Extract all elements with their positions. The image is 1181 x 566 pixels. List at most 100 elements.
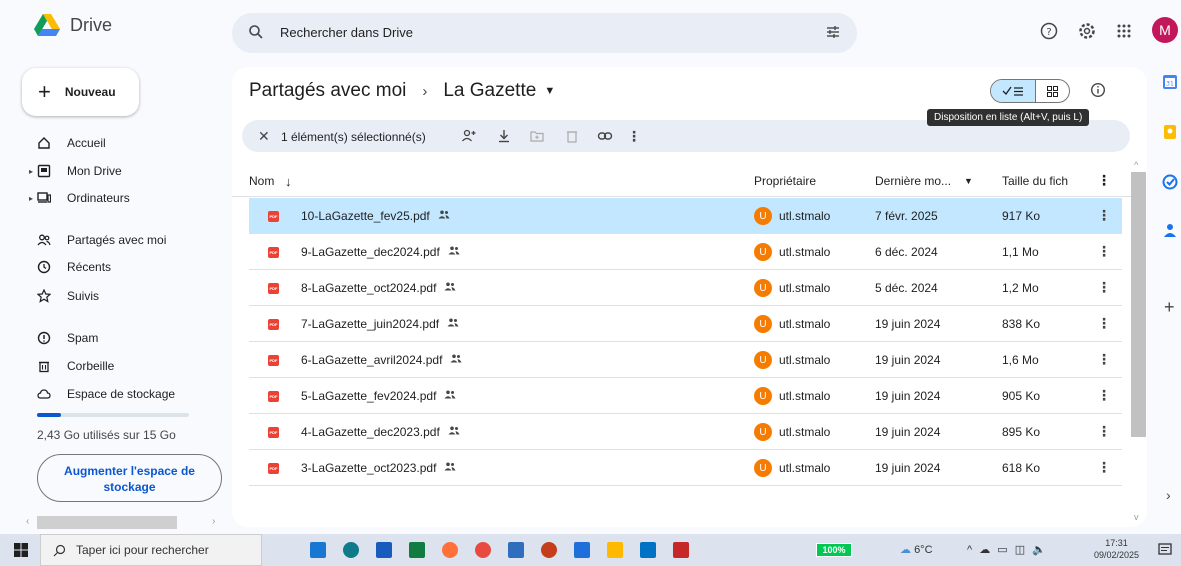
- new-button[interactable]: + Nouveau: [22, 68, 139, 116]
- list-layout-tooltip: Disposition en liste (Alt+V, puis L): [927, 109, 1090, 126]
- mcafee-icon[interactable]: [673, 542, 689, 558]
- weather-widget[interactable]: ☁ 6°C: [900, 543, 933, 556]
- outlook-icon[interactable]: [640, 542, 656, 558]
- sidebar-item-computers[interactable]: ▸ Ordinateurs: [0, 187, 225, 209]
- scroll-right-arrow-icon[interactable]: ›: [212, 516, 215, 527]
- monitor-icon[interactable]: [574, 542, 590, 558]
- search-input[interactable]: Rechercher dans Drive: [280, 25, 413, 40]
- whiteboard-icon[interactable]: [508, 542, 524, 558]
- sort-down-arrow-icon[interactable]: ↓: [285, 174, 292, 189]
- powerpoint-icon[interactable]: [541, 542, 557, 558]
- search-bar[interactable]: Rechercher dans Drive: [232, 13, 857, 53]
- column-options-icon[interactable]: ⋮: [1097, 172, 1111, 189]
- sidebar-item-home[interactable]: Accueil: [0, 132, 225, 154]
- edge-browser-icon[interactable]: [343, 542, 359, 558]
- sidebar-item-label: Corbeille: [67, 359, 115, 373]
- sidebar-item-storage[interactable]: Espace de stockage: [0, 383, 225, 405]
- sidebar-horizontal-scrollbar[interactable]: [37, 516, 177, 529]
- table-row[interactable]: PDF 3-LaGazette_oct2023.pdf Uutl.stmalo 19 …: [249, 450, 1122, 486]
- search-icon[interactable]: [248, 24, 264, 40]
- account-avatar[interactable]: M: [1152, 17, 1178, 43]
- file-size: 895 Ko: [1002, 425, 1041, 439]
- row-more-options-icon[interactable]: ⋮: [1097, 243, 1111, 260]
- apps-grid-icon[interactable]: [1116, 23, 1132, 39]
- vertical-scrollbar[interactable]: [1131, 172, 1146, 437]
- row-more-options-icon[interactable]: ⋮: [1097, 315, 1111, 332]
- breadcrumb-current-folder[interactable]: La Gazette: [443, 80, 536, 102]
- tasks-icon[interactable]: [1162, 174, 1178, 190]
- row-more-options-icon[interactable]: ⋮: [1097, 207, 1111, 224]
- help-icon[interactable]: ?: [1040, 22, 1058, 40]
- row-more-options-icon[interactable]: ⋮: [1097, 387, 1111, 404]
- sidebar-item-shared[interactable]: Partagés avec moi: [0, 229, 225, 251]
- scroll-left-arrow-icon[interactable]: ‹: [26, 516, 29, 527]
- chevron-right-icon[interactable]: ›: [1166, 487, 1171, 503]
- expand-arrow-icon[interactable]: ▸: [29, 167, 33, 176]
- row-more-options-icon[interactable]: ⋮: [1097, 279, 1111, 296]
- column-last-modified[interactable]: Dernière mo...: [875, 174, 951, 188]
- row-more-options-icon[interactable]: ⋮: [1097, 423, 1111, 440]
- firefox-icon[interactable]: [442, 542, 458, 558]
- search-icon: [53, 544, 66, 556]
- link-icon[interactable]: [597, 128, 613, 144]
- grid-view-button[interactable]: [1036, 80, 1069, 102]
- add-addon-icon[interactable]: +: [1164, 297, 1175, 318]
- taskbar-search-input[interactable]: Taper ici pour rechercher: [76, 543, 209, 557]
- search-options-icon[interactable]: [825, 24, 841, 40]
- sidebar-item-recent[interactable]: Récents: [0, 256, 225, 278]
- sidebar-item-spam[interactable]: Spam: [0, 327, 225, 349]
- windows-start-icon[interactable]: [14, 543, 28, 557]
- column-file-size[interactable]: Taille du fich: [1002, 174, 1068, 188]
- keep-icon[interactable]: [1162, 124, 1178, 140]
- system-tray-icons[interactable]: ^ ☁ ▭ ◫ 🔈: [967, 543, 1048, 556]
- expand-arrow-icon[interactable]: ▸: [29, 194, 33, 203]
- word-icon[interactable]: [376, 542, 392, 558]
- more-actions-icon[interactable]: ⋮: [626, 128, 642, 144]
- row-more-options-icon[interactable]: ⋮: [1097, 459, 1111, 476]
- chevron-down-icon[interactable]: ▼: [544, 85, 555, 97]
- notifications-icon[interactable]: [1158, 543, 1172, 557]
- scroll-up-arrow-icon[interactable]: ^: [1134, 160, 1138, 170]
- scroll-down-arrow-icon[interactable]: v: [1134, 512, 1139, 522]
- close-icon[interactable]: ✕: [258, 128, 270, 145]
- shared-people-icon: [448, 426, 460, 435]
- upgrade-storage-button[interactable]: Augmenter l'espace de stockage: [37, 454, 222, 502]
- excel-icon[interactable]: [409, 542, 425, 558]
- file-name: 6-LaGazette_avril2024.pdf: [301, 353, 443, 367]
- table-row[interactable]: PDF 6-LaGazette_avril2024.pdf Uutl.stmalo 1…: [249, 342, 1122, 378]
- paint-icon[interactable]: [475, 542, 491, 558]
- table-row[interactable]: PDF 10-LaGazette_fev25.pdf Uutl.stmalo 7 fé…: [249, 198, 1122, 234]
- taskbar-search[interactable]: Taper ici pour rechercher: [40, 534, 262, 566]
- file-explorer-icon[interactable]: [607, 542, 623, 558]
- cloud-icon: [37, 389, 51, 399]
- row-more-options-icon[interactable]: ⋮: [1097, 351, 1111, 368]
- pdf-file-icon: PDF: [268, 247, 279, 258]
- file-size: 905 Ko: [1002, 389, 1041, 403]
- column-owner[interactable]: Propriétaire: [754, 174, 816, 188]
- move-to-folder-icon[interactable]: [529, 128, 545, 144]
- trash-icon[interactable]: [564, 128, 580, 144]
- table-row[interactable]: PDF 5-LaGazette_fev2024.pdf Uutl.stmalo 19 …: [249, 378, 1122, 414]
- battery-indicator[interactable]: 100%: [816, 543, 852, 557]
- table-row[interactable]: PDF 7-LaGazette_juin2024.pdf Uutl.stmalo 19…: [249, 306, 1122, 342]
- contacts-icon[interactable]: [1162, 222, 1178, 238]
- table-row[interactable]: PDF 4-LaGazette_dec2023.pdf Uutl.stmalo 19 …: [249, 414, 1122, 450]
- share-add-person-icon[interactable]: [461, 128, 477, 144]
- info-icon[interactable]: [1090, 82, 1106, 98]
- people-icon: [37, 234, 51, 246]
- breadcrumb-shared-with-me[interactable]: Partagés avec moi: [249, 80, 406, 102]
- list-view-button[interactable]: [991, 80, 1036, 102]
- settings-icon[interactable]: [1078, 22, 1096, 40]
- chevron-down-icon[interactable]: ▼: [964, 176, 973, 186]
- table-row[interactable]: PDF 9-LaGazette_dec2024.pdf Uutl.stmalo 6 d…: [249, 234, 1122, 270]
- sidebar-item-trash[interactable]: Corbeille: [0, 355, 225, 377]
- sidebar-item-starred[interactable]: Suivis: [0, 285, 225, 307]
- table-row[interactable]: PDF 8-LaGazette_oct2024.pdf Uutl.stmalo 5 d…: [249, 270, 1122, 306]
- download-icon[interactable]: [496, 128, 512, 144]
- task-view-icon[interactable]: [310, 542, 326, 558]
- sidebar-item-my-drive[interactable]: ▸ Mon Drive: [0, 160, 225, 182]
- drive-logo[interactable]: Drive: [34, 14, 112, 37]
- taskbar-clock[interactable]: 17:31 09/02/2025: [1094, 537, 1139, 561]
- calendar-icon[interactable]: 31: [1162, 74, 1178, 90]
- column-name[interactable]: Nom: [249, 174, 274, 188]
